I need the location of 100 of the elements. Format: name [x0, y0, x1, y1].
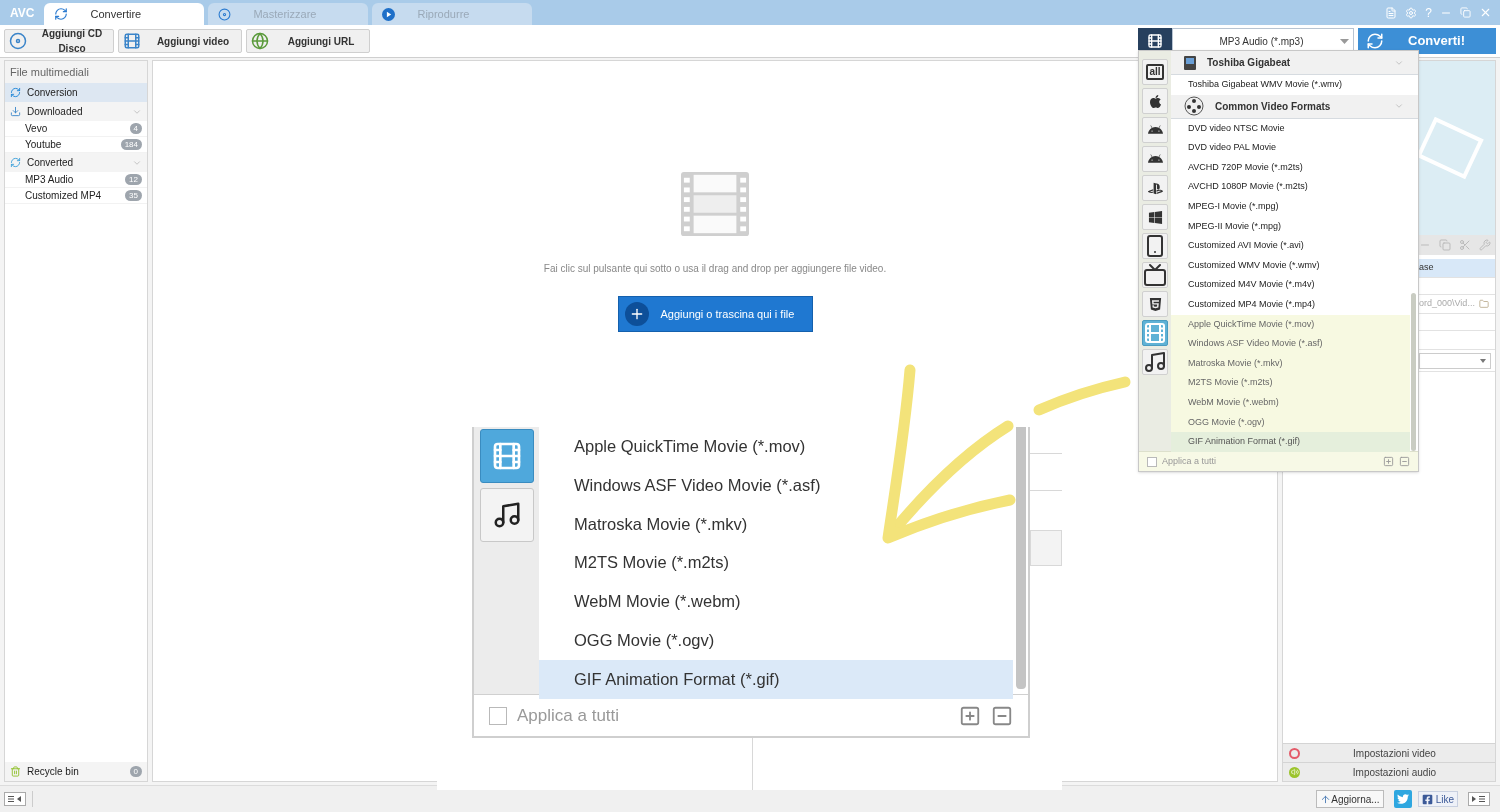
sidebar-group[interactable]: Downloaded: [5, 102, 147, 121]
film-reel-icon: [1183, 96, 1205, 117]
sidebar-header: File multimediali: [5, 61, 147, 83]
download-icon: [10, 106, 21, 117]
sidebar-item[interactable]: MP3 Audio 12: [5, 172, 147, 188]
refresh-icon: [54, 7, 69, 21]
phone-icon[interactable]: [1142, 233, 1168, 259]
f-logo-icon: [1421, 793, 1433, 805]
settings-icon[interactable]: [1405, 6, 1418, 19]
folder-icon[interactable]: [1479, 299, 1489, 309]
collapse-all-icon[interactable]: [1399, 456, 1410, 467]
format-option[interactable]: OGG Movie (*.ogv): [1171, 412, 1410, 433]
count-badge: 184: [120, 139, 142, 150]
format-option[interactable]: WebM Movie (*.webm): [1171, 392, 1410, 413]
restore-icon[interactable]: [1460, 7, 1471, 18]
caret-icon: [1480, 358, 1486, 363]
settings-button[interactable]: Impostazioni video: [1283, 743, 1495, 762]
format-option[interactable]: Customized AVI Movie (*.avi): [1171, 236, 1410, 256]
toolbar-button[interactable]: Aggiungi CD Disco: [4, 29, 114, 53]
console-logo-icon[interactable]: [1142, 175, 1168, 201]
format-option[interactable]: DVD video NTSC Movie: [1171, 118, 1410, 139]
format-option[interactable]: Matroska Movie (*.mkv): [1171, 353, 1410, 374]
count-badge: 12: [125, 174, 142, 185]
toolbar-button[interactable]: Aggiungi video: [118, 29, 242, 53]
film-icon: [1147, 33, 1163, 49]
update-button[interactable]: Aggiorna...: [1316, 790, 1384, 808]
speaker-icon: [1289, 766, 1300, 778]
sidebar-item[interactable]: Customized MP4 35: [5, 188, 147, 204]
copy-icon[interactable]: [1439, 239, 1451, 251]
app-logo: AVC: [9, 4, 36, 22]
format-option[interactable]: AVCHD 1080P Movie (*.m2ts): [1171, 177, 1410, 197]
format-option[interactable]: M2TS Movie (*.m2ts): [1171, 373, 1410, 393]
expand-all-icon[interactable]: [1383, 456, 1394, 467]
format-option[interactable]: GIF Animation Format (*.gif): [1171, 432, 1410, 452]
format-option[interactable]: MPEG-I Movie (*.mpg): [1171, 196, 1410, 217]
drop-hint: Fai clic sul pulsante qui sotto o usa il drag and drop per aggiungere file video.: [543, 262, 887, 276]
device-icon: [1183, 54, 1197, 71]
trash-icon: [10, 766, 21, 777]
format-option[interactable]: GIF Animation Format (*.gif): [539, 659, 1013, 699]
format-option[interactable]: MPEG-II Movie (*.mpg): [1171, 216, 1410, 237]
count-badge: 35: [125, 190, 142, 201]
panel-toggle-button[interactable]: [1468, 792, 1490, 806]
checkbox[interactable]: [489, 706, 507, 725]
count-badge: 0: [129, 766, 142, 777]
globe-icon: [251, 32, 269, 50]
film-icon: [123, 32, 141, 50]
wrench-icon[interactable]: [1479, 239, 1491, 251]
recycle-bin-item[interactable]: Recycle bin 0: [5, 762, 147, 781]
close-icon[interactable]: [1479, 6, 1492, 19]
toolbar-button[interactable]: Aggiungi URL: [246, 29, 370, 53]
sidebar-group[interactable]: Conversion: [5, 83, 147, 102]
bird-icon[interactable]: [1393, 790, 1412, 808]
apple-icon[interactable]: [1142, 88, 1168, 114]
panel-toggle-button[interactable]: [4, 792, 26, 806]
format-option[interactable]: Toshiba Gigabeat WMV Movie (*.wmv): [1171, 75, 1410, 95]
music-note-icon[interactable]: [1142, 349, 1168, 375]
tv-icon[interactable]: [1142, 262, 1168, 288]
expand-all-icon[interactable]: [959, 704, 981, 727]
settings-button[interactable]: Impostazioni audio: [1283, 762, 1495, 781]
arrow-list-icon: [1471, 795, 1487, 803]
play-icon: [382, 7, 396, 21]
format-option[interactable]: Windows ASF Video Movie (*.asf): [1171, 334, 1410, 354]
checkbox-label: Applica a tutti: [517, 704, 621, 727]
document-icon[interactable]: [1385, 6, 1398, 19]
music-note-icon[interactable]: [479, 488, 534, 542]
format-option[interactable]: DVD video PAL Movie: [1171, 138, 1410, 158]
format-group-header[interactable]: Common Video Formats: [1171, 94, 1418, 119]
add-files-button[interactable]: Aggiungi o trascina qui i file: [617, 296, 813, 332]
scissors-icon[interactable]: [1459, 239, 1471, 251]
checkbox[interactable]: [1147, 456, 1157, 467]
collapse-all-icon[interactable]: [991, 704, 1013, 727]
all-icon[interactable]: all: [1142, 59, 1168, 85]
disc-icon: [218, 7, 232, 21]
format-option[interactable]: Customized M4V Movie (*.m4v): [1171, 275, 1410, 295]
like-button[interactable]: Like: [1417, 791, 1458, 807]
format-option[interactable]: AVCHD 720P Movie (*.m2ts): [1171, 157, 1410, 178]
format-option[interactable]: Customized MP4 Movie (*.mp4): [1171, 294, 1410, 315]
scrollbar[interactable]: [1411, 293, 1416, 451]
sidebar-group[interactable]: Converted: [5, 153, 147, 172]
flag-icon[interactable]: [1142, 204, 1168, 230]
dropdown-field[interactable]: [1419, 352, 1491, 369]
sidebar-item[interactable]: Vevo 4: [5, 121, 147, 137]
refresh-icon: [10, 157, 21, 168]
shield-icon[interactable]: [1142, 291, 1168, 317]
robot-icon[interactable]: [1142, 146, 1168, 172]
plus-icon: [624, 302, 649, 326]
caret-icon: [1340, 38, 1349, 44]
format-group-header[interactable]: Toshiba Gigabeat: [1171, 51, 1418, 75]
disc-icon: [9, 32, 27, 50]
scrollbar[interactable]: [1016, 427, 1026, 689]
format-option[interactable]: Customized WMV Movie (*.wmv): [1171, 255, 1410, 276]
checkbox-label: Applica a tutti: [1162, 454, 1218, 468]
film-strip-icon: [681, 171, 749, 237]
format-option[interactable]: Apple QuickTime Movie (*.mov): [1171, 314, 1410, 335]
film-icon[interactable]: [479, 429, 534, 483]
refresh-icon: [10, 87, 21, 98]
upload-icon: [1320, 793, 1332, 805]
list-arrow-icon: [7, 795, 23, 803]
tab[interactable]: Convertire: [44, 3, 205, 25]
robot-icon[interactable]: [1142, 117, 1168, 143]
